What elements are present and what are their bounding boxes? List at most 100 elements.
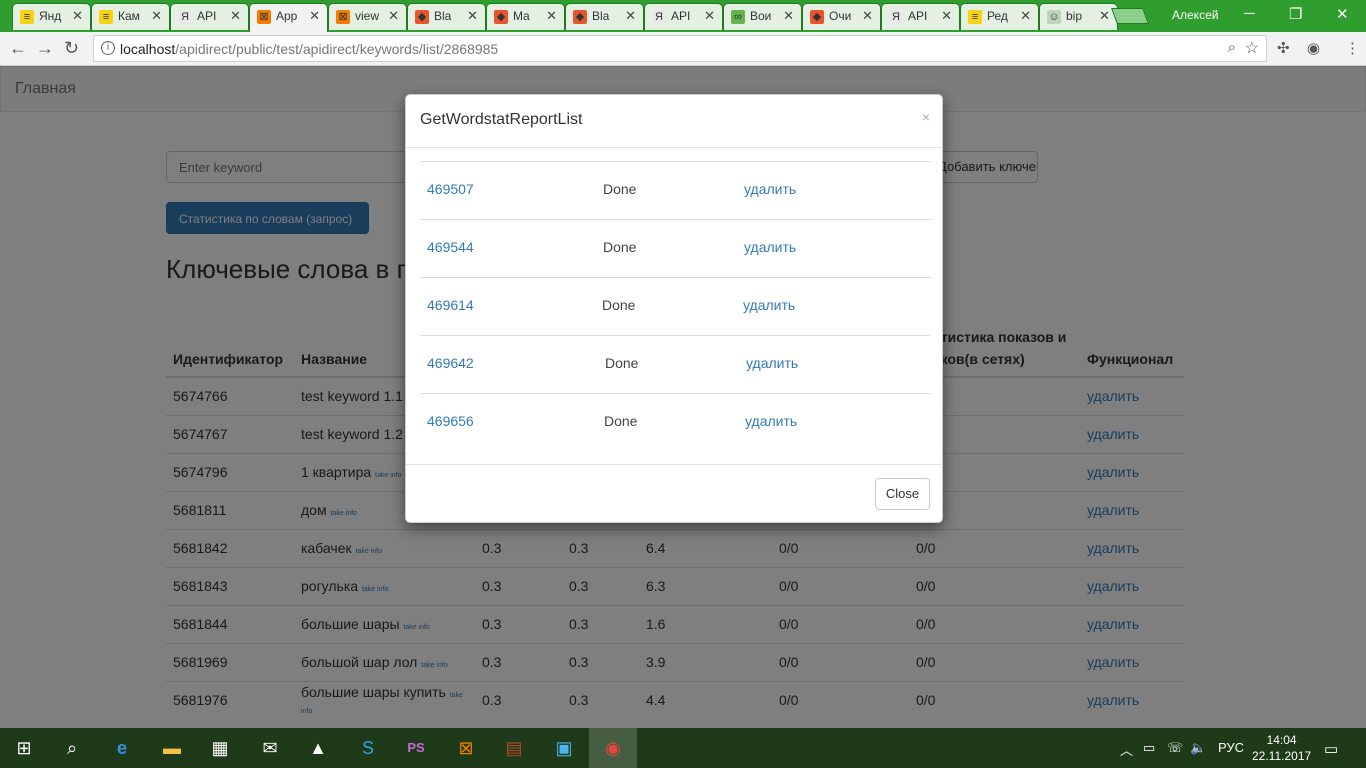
tab-close-icon[interactable]: ✕ bbox=[1020, 8, 1031, 24]
browser-tab[interactable]: Я API ✕ bbox=[644, 3, 723, 30]
tab-close-icon[interactable]: ✕ bbox=[546, 8, 557, 24]
browser-tab[interactable]: Я API ✕ bbox=[170, 3, 249, 30]
clock[interactable]: 14:04 22.11.2017 bbox=[1252, 732, 1311, 764]
tab-close-icon[interactable]: ✕ bbox=[467, 8, 478, 24]
phpstorm-icon[interactable]: PS bbox=[404, 736, 428, 760]
report-row: 469656 Done удалить bbox=[420, 393, 931, 451]
report-id-link[interactable]: 469507 bbox=[427, 181, 474, 197]
new-tab-button[interactable] bbox=[1111, 8, 1149, 24]
extension-icon[interactable]: ✣ bbox=[1277, 39, 1290, 57]
mail-icon[interactable]: ✉ bbox=[258, 736, 282, 760]
report-row: 469544 Done удалить bbox=[420, 219, 931, 277]
report-row: 469614 Done удалить bbox=[420, 277, 931, 335]
browser-tab[interactable]: ◆ Очи ✕ bbox=[802, 3, 881, 30]
tab-close-icon[interactable]: ✕ bbox=[862, 8, 873, 24]
chrome-icon[interactable]: ◉ bbox=[601, 736, 625, 760]
network-icon[interactable]: ☏ bbox=[1167, 740, 1183, 756]
browser-tab[interactable]: ◆ Ma ✕ bbox=[486, 3, 565, 30]
browser-tab[interactable]: ◆ Bla ✕ bbox=[565, 3, 644, 30]
tab-title: Ред bbox=[987, 9, 1008, 23]
report-status: Done bbox=[603, 239, 637, 255]
tab-close-icon[interactable]: ✕ bbox=[230, 8, 241, 24]
xampp-icon[interactable]: ⊠ bbox=[454, 736, 478, 760]
extension-2-icon[interactable]: ◉ bbox=[1307, 39, 1320, 57]
browser-tab[interactable]: ≡ Ред ✕ bbox=[960, 3, 1039, 30]
modal-header: GetWordstatReportList × bbox=[406, 95, 942, 148]
search-icon[interactable]: ⌕ bbox=[60, 736, 84, 760]
tab-close-icon[interactable]: ✕ bbox=[151, 8, 162, 24]
report-row: 469507 Done удалить bbox=[420, 161, 931, 219]
wordstat-report-modal: GetWordstatReportList × 469507 Done удалит… bbox=[405, 94, 943, 523]
windows-start-icon[interactable]: ⊞ bbox=[12, 736, 36, 760]
tab-title: API bbox=[671, 9, 691, 23]
restore-icon[interactable]: ❐ bbox=[1289, 5, 1302, 23]
tab-title: Очи bbox=[829, 9, 852, 23]
language-indicator[interactable]: РУС bbox=[1218, 740, 1244, 755]
minimize-icon[interactable]: ─ bbox=[1244, 5, 1255, 22]
close-window-icon[interactable]: ✕ bbox=[1336, 5, 1349, 23]
browser-tab[interactable]: ≡ Янд ✕ bbox=[12, 3, 91, 30]
zoom-icon[interactable]: ⌕ bbox=[1228, 39, 1236, 56]
browser-tab[interactable]: ⊠ view ✕ bbox=[328, 3, 407, 30]
browser-tab[interactable]: ☺ bip ✕ bbox=[1039, 3, 1118, 30]
tab-close-icon[interactable]: ✕ bbox=[704, 8, 715, 24]
report-row: 469642 Done удалить bbox=[420, 335, 931, 393]
skype-icon[interactable]: S bbox=[356, 736, 380, 760]
delete-report-link[interactable]: удалить bbox=[744, 239, 796, 255]
browser-tab[interactable]: ◆ Bla ✕ bbox=[407, 3, 486, 30]
browser-tab-strip: ≡ Янд ✕ ≡ Кам ✕ Я API ✕ ⊠ App ✕ ⊠ view ✕ ◆ Bla ✕ ◆ Ma ✕ ◆ Bla ✕… bbox=[0, 0, 1366, 32]
report-id-link[interactable]: 469656 bbox=[427, 413, 474, 429]
notifications-icon[interactable]: ▭ bbox=[1324, 740, 1338, 758]
tab-close-icon[interactable]: ✕ bbox=[1099, 8, 1110, 24]
tab-close-icon[interactable]: ✕ bbox=[625, 8, 636, 24]
store-icon[interactable]: ▦ bbox=[208, 736, 232, 760]
bookmark-star-icon[interactable]: ☆ bbox=[1245, 38, 1259, 58]
report-id-link[interactable]: 469614 bbox=[427, 297, 474, 313]
modal-body: 469507 Done удалить 469544 Done удалить 469614… bbox=[406, 148, 942, 464]
tab-close-icon[interactable]: ✕ bbox=[783, 8, 794, 24]
tab-close-icon[interactable]: ✕ bbox=[72, 8, 83, 24]
tab-title: API bbox=[908, 9, 928, 23]
tab-favicon-icon: ⊠ bbox=[336, 10, 350, 24]
tab-close-icon[interactable]: ✕ bbox=[309, 8, 320, 24]
reload-icon[interactable]: ↻ bbox=[64, 38, 79, 59]
url-host: localhost bbox=[120, 41, 176, 57]
tab-close-icon[interactable]: ✕ bbox=[388, 8, 399, 24]
tab-favicon-icon: ≡ bbox=[20, 10, 34, 24]
report-id-link[interactable]: 469642 bbox=[427, 355, 474, 371]
tray-arrow-icon[interactable]: ︿ bbox=[1120, 740, 1133, 759]
edge-icon[interactable]: e bbox=[110, 736, 134, 760]
url-text[interactable]: localhost/apidirect/public/test/apidirec… bbox=[120, 41, 498, 57]
tab-close-icon[interactable]: ✕ bbox=[941, 8, 952, 24]
browser-tab[interactable]: ≡ Кам ✕ bbox=[91, 3, 170, 30]
delete-report-link[interactable]: удалить bbox=[743, 297, 795, 313]
tab-title: view bbox=[355, 9, 380, 23]
volume-icon[interactable]: 🔈 bbox=[1190, 740, 1206, 756]
report-status: Done bbox=[602, 297, 636, 313]
app-icon[interactable]: ▣ bbox=[552, 736, 576, 760]
battery-icon[interactable]: ▭ bbox=[1143, 740, 1155, 756]
address-bar[interactable]: i localhost/apidirect/public/test/apidir… bbox=[93, 35, 1267, 62]
tab-title: Bla bbox=[592, 9, 610, 23]
winrar-icon[interactable]: ▤ bbox=[502, 736, 526, 760]
tab-favicon-icon: Я bbox=[889, 10, 903, 24]
info-icon[interactable]: i bbox=[101, 41, 115, 55]
forward-icon[interactable]: → bbox=[36, 38, 54, 59]
browser-tab[interactable]: ∞ Вои ✕ bbox=[723, 3, 802, 30]
back-icon[interactable]: ← bbox=[9, 38, 27, 59]
tab-favicon-icon: ◆ bbox=[494, 10, 508, 24]
browser-tab[interactable]: Я API ✕ bbox=[881, 3, 960, 30]
photos-icon[interactable]: ▲ bbox=[306, 736, 330, 760]
delete-report-link[interactable]: удалить bbox=[746, 355, 798, 371]
modal-close-icon[interactable]: × bbox=[922, 109, 930, 125]
close-button[interactable]: Close bbox=[875, 478, 930, 510]
report-id-link[interactable]: 469544 bbox=[427, 239, 474, 255]
delete-report-link[interactable]: удалить bbox=[744, 181, 796, 197]
tab-title: Bla bbox=[434, 9, 452, 23]
delete-report-link[interactable]: удалить bbox=[745, 413, 797, 429]
profile-name[interactable]: Алексей bbox=[1172, 8, 1218, 22]
browser-tab[interactable]: ⊠ App ✕ bbox=[249, 3, 328, 32]
file-explorer-icon[interactable]: ▬ bbox=[160, 736, 184, 760]
report-status: Done bbox=[603, 181, 637, 197]
menu-icon[interactable]: ⋮ bbox=[1345, 39, 1360, 57]
